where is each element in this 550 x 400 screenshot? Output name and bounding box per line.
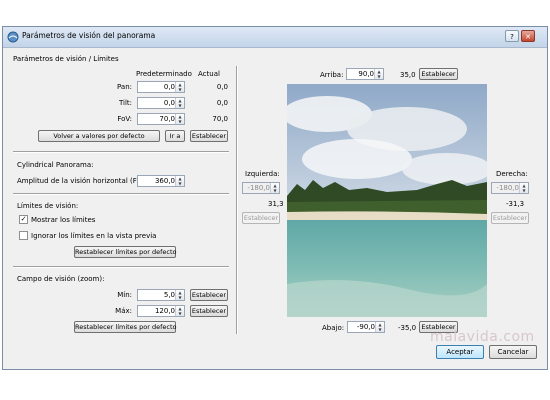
fov-current: 70,0 <box>212 115 228 123</box>
bottom-value: -90,0 <box>356 323 375 331</box>
pane-separator <box>236 66 238 334</box>
pan-value: 0,0 <box>163 83 175 91</box>
view-group-title: Parámetros de visión / Límites <box>13 55 119 63</box>
accept-button[interactable]: Aceptar <box>436 345 484 359</box>
reset-limits-button[interactable]: Restablecer límites por defecto <box>74 246 177 258</box>
top-current: 35,0 <box>400 71 416 79</box>
right-current: -31,3 <box>506 200 525 208</box>
pan-spinbox[interactable]: 0,0 ▲ ▼ <box>137 81 185 93</box>
spin-arrows-icon[interactable]: ▲ ▼ <box>519 183 528 193</box>
top-value: 90,0 <box>358 70 374 78</box>
spin-arrows-icon[interactable]: ▲ ▼ <box>374 69 383 79</box>
left-label: Izquierda: <box>245 170 280 178</box>
tilt-spinbox[interactable]: 0,0 ▲ ▼ <box>137 97 185 109</box>
right-value: -180,0 <box>496 184 519 192</box>
bottom-label: Abajo: <box>322 324 345 332</box>
fov-spinbox[interactable]: 70,0 ▲ ▼ <box>137 113 185 125</box>
bottom-current: -35,0 <box>398 324 417 332</box>
bottom-spinbox[interactable]: -90,0 ▲ ▼ <box>347 321 385 333</box>
set-left-button[interactable]: Establecer <box>242 212 280 224</box>
top-label: Arriba: <box>320 71 344 79</box>
reset-zoom-button[interactable]: Restablecer límites por defecto <box>74 321 177 333</box>
set-zoom-min-button[interactable]: Establecer <box>190 289 228 301</box>
cyl-title: Cylindrical Panorama: <box>17 161 94 169</box>
set-right-button[interactable]: Establecer <box>491 212 529 224</box>
show-limits-label: Mostrar los límites <box>31 216 96 224</box>
help-icon[interactable]: ? <box>505 30 519 42</box>
zoom-max-spinbox[interactable]: 120,0 ▲ ▼ <box>137 305 185 317</box>
limits-title: Límites de visión: <box>17 202 79 210</box>
zoom-title: Campo de visión (zoom): <box>17 275 105 283</box>
pan-label: Pan: <box>117 83 132 91</box>
divider <box>13 266 229 268</box>
fov-value: 70,0 <box>159 115 175 123</box>
set-zoom-max-button[interactable]: Establecer <box>190 305 228 317</box>
divider <box>13 151 229 153</box>
hfov-spinbox[interactable]: 360,0 ▲ ▼ <box>137 175 185 187</box>
zoom-max-value: 120,0 <box>154 307 175 315</box>
spin-arrows-icon[interactable]: ▲ ▼ <box>175 114 184 124</box>
divider <box>13 193 229 195</box>
left-current: 31,3 <box>268 200 284 208</box>
goto-button[interactable]: Ir a <box>165 130 185 142</box>
check-icon: ✓ <box>20 215 27 223</box>
ignore-limits-checkbox[interactable] <box>19 231 28 240</box>
tilt-value: 0,0 <box>163 99 175 107</box>
zoom-min-label: Mín: <box>117 291 132 299</box>
cancel-button[interactable]: Cancelar <box>489 345 537 359</box>
spin-arrows-icon[interactable]: ▲ ▼ <box>175 176 184 186</box>
spin-arrows-icon[interactable]: ▲ ▼ <box>175 98 184 108</box>
spin-arrows-icon[interactable]: ▲ ▼ <box>270 183 279 193</box>
spin-arrows-icon[interactable]: ▲ ▼ <box>175 290 184 300</box>
zoom-max-label: Máx: <box>115 307 132 315</box>
fov-label: FoV: <box>117 115 132 123</box>
ignore-limits-label: Ignorar los límites en la vista previa <box>31 232 157 240</box>
spin-arrows-icon[interactable]: ▲ ▼ <box>175 82 184 92</box>
right-spinbox[interactable]: -180,0 ▲ ▼ <box>491 182 529 194</box>
hfov-label: Amplitud de la visión horizontal (FOV): <box>17 177 153 185</box>
spin-arrows-icon[interactable]: ▲ ▼ <box>175 306 184 316</box>
tilt-current: 0,0 <box>216 99 228 107</box>
col-current-header: Actual <box>198 70 220 78</box>
tilt-label: Tilt: <box>118 99 132 107</box>
reset-view-button[interactable]: Volver a valores por defecto <box>38 130 160 142</box>
left-value: -180,0 <box>247 184 270 192</box>
top-spinbox[interactable]: 90,0 ▲ ▼ <box>346 68 384 80</box>
watermark-text: malavida.com <box>430 329 535 345</box>
close-icon[interactable]: ✕ <box>521 30 535 42</box>
set-view-button[interactable]: Establecer <box>190 130 228 142</box>
show-limits-checkbox[interactable]: ✓ <box>19 215 28 224</box>
pan-current: 0,0 <box>216 83 228 91</box>
window-title: Parámetros de visión del panorama <box>22 31 156 40</box>
panorama-preview-image[interactable] <box>282 84 492 317</box>
zoom-min-value: 5,0 <box>163 291 175 299</box>
right-label: Derecha: <box>496 170 528 178</box>
left-spinbox[interactable]: -180,0 ▲ ▼ <box>242 182 280 194</box>
set-top-button[interactable]: Establecer <box>419 68 458 80</box>
col-default-header: Predeterminado <box>136 70 192 78</box>
app-icon <box>7 31 19 43</box>
spin-arrows-icon[interactable]: ▲ ▼ <box>375 322 384 332</box>
hfov-value: 360,0 <box>154 177 175 185</box>
zoom-min-spinbox[interactable]: 5,0 ▲ ▼ <box>137 289 185 301</box>
